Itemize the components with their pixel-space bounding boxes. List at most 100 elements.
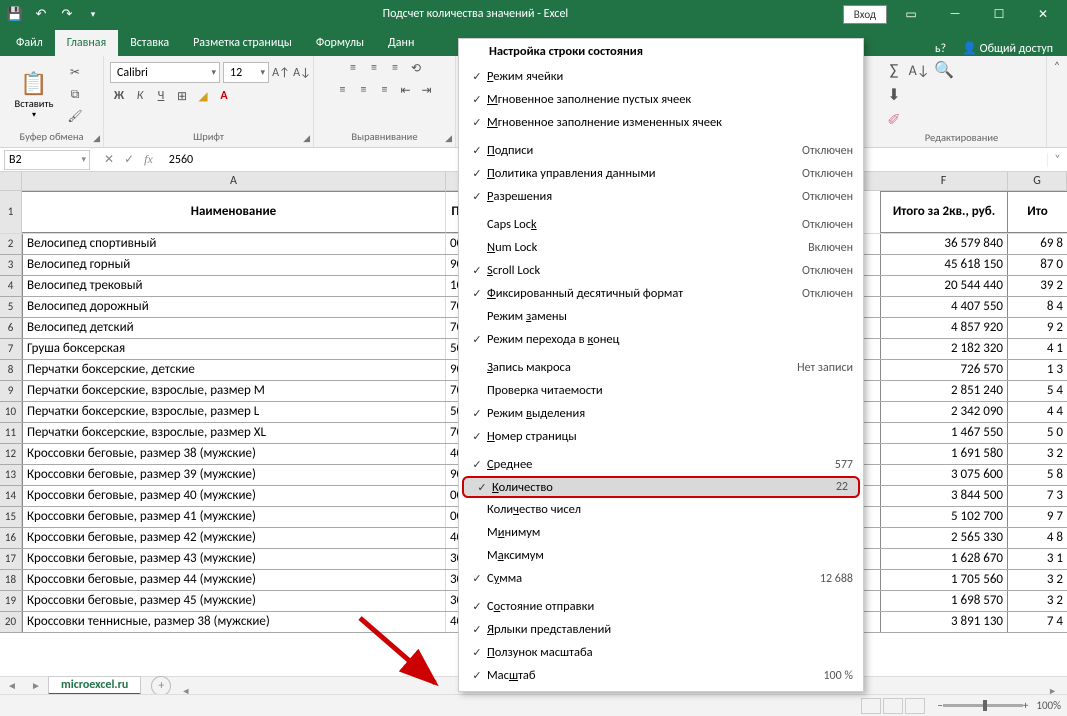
underline-button[interactable]: Ч [152,87,170,105]
name-box[interactable]: B2 [4,150,90,170]
grow-font-icon[interactable]: A↑ [272,64,290,82]
context-menu-item[interactable]: ✓ Scroll Lock Отключен [459,259,863,282]
row-header[interactable]: 13 [0,465,22,485]
view-break-icon[interactable] [905,698,925,714]
undo-icon[interactable]: ↶ [32,5,50,23]
zoom-level[interactable]: 100% [1036,699,1061,712]
cut-icon[interactable]: ✂ [66,64,84,82]
view-layout-icon[interactable] [883,698,903,714]
col-F[interactable]: F [880,172,1008,190]
align-launcher-icon[interactable]: ◢ [445,133,452,144]
context-menu-item[interactable]: ✓ Разрешения Отключен [459,185,863,208]
cell-total-q2[interactable]: 20 544 440 [880,276,1008,296]
tab-layout[interactable]: Разметка страницы [181,30,304,56]
orientation-icon[interactable]: ⟲ [407,59,425,77]
cell-total[interactable]: 8 4 [1008,297,1067,317]
align-top-icon[interactable]: ≡ [344,59,362,77]
tab-insert[interactable]: Вставка [118,30,181,56]
cell-name[interactable]: Кроссовки беговые, размер 40 (мужские) [22,486,446,506]
cell-total[interactable]: 5 0 [1008,423,1067,443]
formula-expand-icon[interactable]: ˅ [1047,153,1067,167]
indent-inc-icon[interactable]: ⇥ [418,81,436,99]
select-all-corner[interactable] [0,172,22,190]
cell-total[interactable]: 3 2 [1008,591,1067,611]
context-menu-item[interactable]: Проверка читаемости [459,379,863,402]
col-A[interactable]: A [22,172,446,190]
row-header[interactable]: 8 [0,360,22,380]
cell-name[interactable]: Кроссовки беговые, размер 43 (мужские) [22,549,446,569]
cell-A1[interactable]: Наименование [22,191,446,233]
cell-total[interactable]: 9 7 [1008,507,1067,527]
tab-nav-next-icon[interactable]: ► [24,679,48,692]
tab-formulas[interactable]: Формулы [304,30,376,56]
row-header[interactable]: 16 [0,528,22,548]
row-header[interactable]: 10 [0,402,22,422]
clear-icon[interactable]: ✐ [883,109,905,131]
cell-total[interactable]: 3 1 [1008,549,1067,569]
row-header[interactable]: 3 [0,255,22,275]
cell-total-q2[interactable]: 2 342 090 [880,402,1008,422]
row-header[interactable]: 11 [0,423,22,443]
row-header[interactable]: 17 [0,549,22,569]
align-middle-icon[interactable]: ≡ [365,59,383,77]
cell-total-q2[interactable]: 2 182 320 [880,339,1008,359]
row-header[interactable]: 7 [0,339,22,359]
cell-total[interactable]: 4 8 [1008,528,1067,548]
italic-button[interactable]: К [131,87,149,105]
col-G[interactable]: G [1008,172,1067,190]
cell-total-q2[interactable]: 1 698 570 [880,591,1008,611]
maximize-icon[interactable]: ☐ [979,0,1019,28]
cell-total-q2[interactable]: 2 851 240 [880,381,1008,401]
cell-total[interactable]: 69 8 [1008,234,1067,254]
view-normal-icon[interactable] [861,698,881,714]
cell-total-q2[interactable]: 36 579 840 [880,234,1008,254]
cell-total[interactable]: 7 3 [1008,486,1067,506]
cell-name[interactable]: Кроссовки беговые, размер 42 (мужские) [22,528,446,548]
bold-button[interactable]: Ж [110,87,128,105]
tab-nav-prev-icon[interactable]: ◄ [0,679,24,692]
row-header[interactable]: 14 [0,486,22,506]
sheet-tab[interactable]: microexcel.ru [48,676,141,695]
row-1-header[interactable]: 1 [0,191,22,233]
context-menu-item[interactable]: ✓ Мгновенное заполнение измененных ячеек [459,111,863,134]
clipboard-launcher-icon[interactable]: ◢ [93,133,100,144]
font-color-icon[interactable]: A [215,87,233,105]
row-header[interactable]: 5 [0,297,22,317]
cell-G1[interactable]: Ито [1008,191,1067,233]
cell-name[interactable]: Велосипед детский [22,318,446,338]
cell-name[interactable]: Велосипед горный [22,255,446,275]
align-right-icon[interactable]: ≡ [376,81,394,99]
context-menu-item[interactable]: Режим замены [459,305,863,328]
qat-more-icon[interactable]: ▾ [84,5,102,23]
row-header[interactable]: 20 [0,612,22,632]
cell-total-q2[interactable]: 1 705 560 [880,570,1008,590]
paste-button[interactable]: 📋 Вставить ▾ [6,70,62,120]
find-icon[interactable]: 🔍 [933,59,955,81]
cell-total[interactable]: 1 3 [1008,360,1067,380]
context-menu-item[interactable]: Количество чисел [459,498,863,521]
align-center-icon[interactable]: ≡ [355,81,373,99]
context-menu-item[interactable]: ✓ Количество 22 [462,476,860,498]
cell-total-q2[interactable]: 1 691 580 [880,444,1008,464]
tab-home[interactable]: Главная [55,30,118,56]
accept-formula-icon[interactable]: ✓ [124,152,134,167]
row-header[interactable]: 12 [0,444,22,464]
tab-data[interactable]: Данн [376,30,426,56]
context-menu-item[interactable]: ✓ Сумма 12 688 [459,567,863,590]
minimize-icon[interactable]: — [935,0,975,28]
font-name-combo[interactable]: Calibri [110,62,220,83]
cell-total[interactable]: 3 2 [1008,570,1067,590]
context-menu-item[interactable]: ✓ Ползунок масштаба [459,641,863,664]
cell-total[interactable]: 4 4 [1008,402,1067,422]
row-header[interactable]: 4 [0,276,22,296]
copy-icon[interactable]: ⧉ [66,86,84,104]
context-menu-item[interactable]: Минимум [459,521,863,544]
cell-total-q2[interactable]: 3 844 500 [880,486,1008,506]
ribbon-collapse-icon[interactable]: ˄ [1054,60,1060,74]
align-bottom-icon[interactable]: ≡ [386,59,404,77]
cell-total-q2[interactable]: 4 407 550 [880,297,1008,317]
align-left-icon[interactable]: ≡ [334,81,352,99]
close-icon[interactable]: ✕ [1023,0,1063,28]
format-painter-icon[interactable]: 🖌 [66,108,84,126]
cell-total[interactable]: 39 2 [1008,276,1067,296]
